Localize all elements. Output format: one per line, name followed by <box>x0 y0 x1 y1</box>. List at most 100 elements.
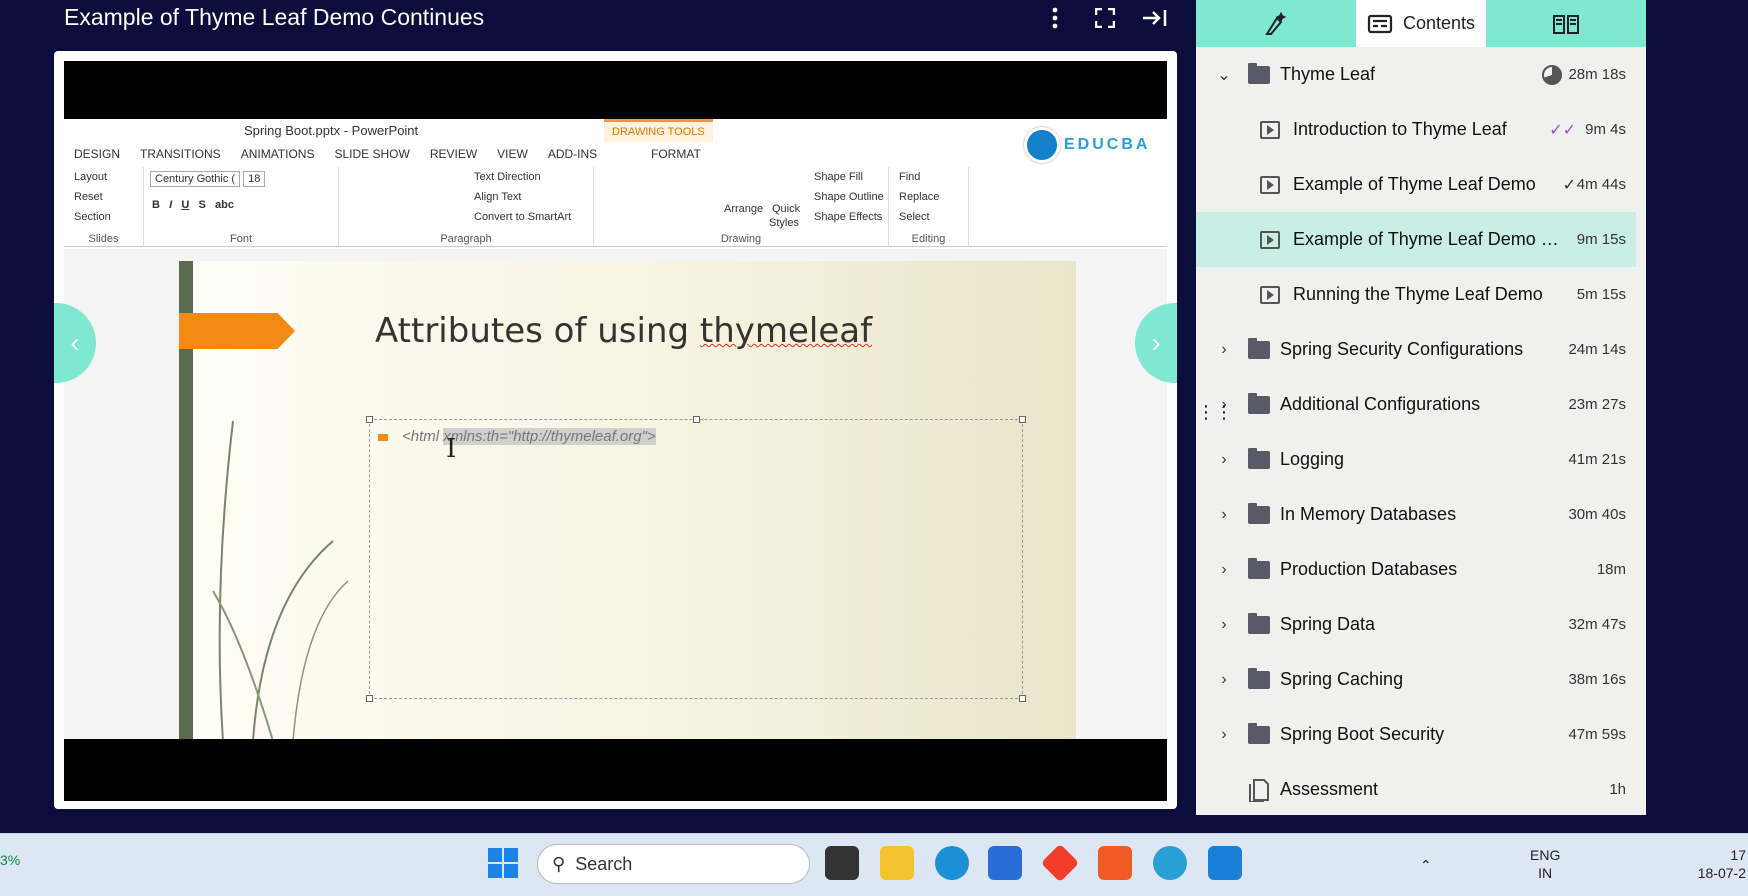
ppt-tab: TRANSITIONS <box>140 147 221 161</box>
chevron-right-icon: › <box>1151 327 1161 358</box>
notes-icon <box>1265 11 1287 35</box>
video-frame[interactable]: Spring Boot.pptx - PowerPoint DRAWING TO… <box>64 61 1167 801</box>
tab-contents[interactable]: Contents <box>1356 0 1486 47</box>
contents-list: ⌄ Thyme Leaf 28m 18s Introduction to Thy… <box>1196 47 1646 817</box>
help-icon[interactable] <box>1153 846 1187 880</box>
ppt-tab: REVIEW <box>429 147 478 161</box>
font-family-box: Century Gothic ( <box>150 171 241 187</box>
selected-textbox: <html xmlns:th="http://thymeleaf.org"> I <box>366 416 1026 702</box>
section-item[interactable]: › Spring Security Configurations 24m 14s <box>1196 322 1646 377</box>
windows-taskbar: 3% ⚲ Search ⌃ ENG IN 17 18-07-2 <box>0 833 1748 896</box>
section-label: Production Databases <box>1280 559 1458 579</box>
language-indicator[interactable]: ENG IN <box>1530 846 1560 882</box>
tab-notes[interactable] <box>1196 0 1356 47</box>
chevron-right-icon[interactable]: › <box>1214 506 1234 524</box>
slide-bullet: <html xmlns:th="http://thymeleaf.org"> <box>378 428 656 445</box>
drag-handle-icon[interactable]: ⋮⋮ <box>1197 403 1233 421</box>
folder-icon <box>1248 612 1270 634</box>
ribbon-group-font: Century Gothic ( 18 B I U S abc Font <box>144 167 339 247</box>
duration: 23m 27s <box>1568 396 1626 413</box>
font-size-box: 18 <box>243 171 266 187</box>
section-label: In Memory Databases <box>1280 504 1457 524</box>
lesson-label: Introduction to Thyme Leaf <box>1293 119 1507 139</box>
chevron-up-icon[interactable]: ⌃ <box>1420 856 1432 874</box>
shape-fill-button: Shape Fill <box>814 171 863 183</box>
progress-ring-icon <box>1542 64 1562 85</box>
educba-brand: EDUCBA <box>1024 127 1150 163</box>
start-button[interactable] <box>488 848 518 878</box>
shape-effects-button: Shape Effects <box>814 211 883 223</box>
folder-icon <box>1248 447 1270 469</box>
section-item[interactable]: › Logging 41m 21s <box>1196 432 1646 487</box>
hive-app-icon[interactable] <box>1208 846 1242 880</box>
powerpoint-window: Spring Boot.pptx - PowerPoint DRAWING TO… <box>64 119 1167 739</box>
bullet-marker <box>378 434 388 441</box>
resize-handle <box>1019 416 1026 423</box>
bullet-text-prefix: <html <box>402 428 444 445</box>
fullscreen-icon[interactable] <box>1080 4 1130 32</box>
duration: 24m 14s <box>1568 341 1626 358</box>
edge-browser-icon[interactable] <box>935 846 969 880</box>
section-label: Spring Caching <box>1280 669 1404 689</box>
section-item[interactable]: › Spring Data 32m 47s <box>1196 597 1646 652</box>
section-label: Spring Data <box>1280 614 1376 634</box>
brave-browser-icon[interactable] <box>1098 846 1132 880</box>
font-style-buttons: B I U S abc <box>152 199 234 211</box>
check-icon: ✓ <box>1562 176 1576 194</box>
battery-percent: 3% <box>0 852 21 868</box>
section-item[interactable]: › Production Databases 18m <box>1196 542 1646 597</box>
video-lesson-icon <box>1260 285 1280 304</box>
lesson-item-current[interactable]: Example of Thyme Leaf Demo C... 9m 15s <box>1196 212 1636 267</box>
text-cursor-icon: I <box>446 434 457 464</box>
more-icon[interactable] <box>1030 4 1080 32</box>
section-item[interactable]: › Spring Boot Security 47m 59s <box>1196 707 1646 762</box>
course-sidebar: Contents ⌄ Thyme Leaf 28m 18s Introducti… <box>1196 0 1646 815</box>
chevron-right-icon[interactable]: › <box>1214 616 1234 634</box>
clock[interactable]: 17 18-07-2 <box>1690 846 1746 882</box>
tab-book[interactable] <box>1486 0 1646 47</box>
slide-heading: Attributes of using thymeleaf <box>375 311 872 351</box>
ppt-ribbon-tabs: DESIGN TRANSITIONS ANIMATIONS SLIDE SHOW… <box>64 143 1167 167</box>
arrange-button: Arrange <box>724 203 764 215</box>
assessment-item[interactable]: Assessment 1h <box>1196 762 1646 817</box>
taskbar-search[interactable]: ⚲ Search <box>537 844 810 884</box>
ppt-tab: DESIGN <box>74 147 121 161</box>
section-item[interactable]: › Spring Caching 38m 16s <box>1196 652 1646 707</box>
chevron-right-icon[interactable]: › <box>1214 451 1234 469</box>
resize-handle <box>366 416 373 423</box>
lesson-label: Example of Thyme Leaf Demo C... <box>1293 229 1563 249</box>
chevron-left-icon: ‹ <box>70 327 80 358</box>
group-label: Slides <box>88 233 119 245</box>
task-view-icon[interactable] <box>825 846 859 880</box>
slide-grass-decoration <box>212 420 349 739</box>
section-item[interactable]: ⌄ Thyme Leaf 28m 18s <box>1196 47 1646 102</box>
lesson-item[interactable]: Running the Thyme Leaf Demo 5m 15s <box>1196 267 1646 322</box>
app-diamond-icon[interactable] <box>1040 843 1080 883</box>
slide-heading-underlined: thymeleaf <box>699 311 873 351</box>
lesson-item[interactable]: Example of Thyme Leaf Demo ✓ 4m 44s <box>1196 157 1646 212</box>
lesson-item[interactable]: Introduction to Thyme Leaf ✓✓ 9m 4s <box>1196 102 1646 157</box>
slide-heading-text: Attributes of using <box>375 311 700 351</box>
section-item[interactable]: › In Memory Databases 30m 40s <box>1196 487 1646 542</box>
chevron-down-icon[interactable]: ⌄ <box>1214 65 1234 85</box>
duration: 41m 21s <box>1568 451 1626 468</box>
assessment-icon <box>1249 778 1269 802</box>
ppt-tab: VIEW <box>497 147 528 161</box>
slide: Attributes of using thymeleaf <html xmln… <box>179 261 1076 739</box>
store-icon[interactable] <box>988 846 1022 880</box>
chevron-right-icon[interactable]: › <box>1214 561 1234 579</box>
chevron-right-icon[interactable]: › <box>1214 726 1234 744</box>
file-explorer-icon[interactable] <box>880 846 914 880</box>
chevron-right-icon[interactable]: › <box>1214 341 1234 359</box>
ppt-tab: ANIMATIONS <box>240 147 315 161</box>
folder-icon <box>1248 502 1270 524</box>
collapse-panel-icon[interactable] <box>1130 4 1180 32</box>
reset-button: Reset <box>74 191 103 203</box>
folder-icon <box>1248 667 1270 689</box>
chevron-right-icon[interactable]: › <box>1214 671 1234 689</box>
section-item[interactable]: › Additional Configurations 23m 27s <box>1196 377 1646 432</box>
contents-icon <box>1367 14 1393 33</box>
book-icon <box>1553 14 1579 34</box>
folder-icon <box>1248 337 1270 359</box>
group-label: Editing <box>911 233 946 245</box>
